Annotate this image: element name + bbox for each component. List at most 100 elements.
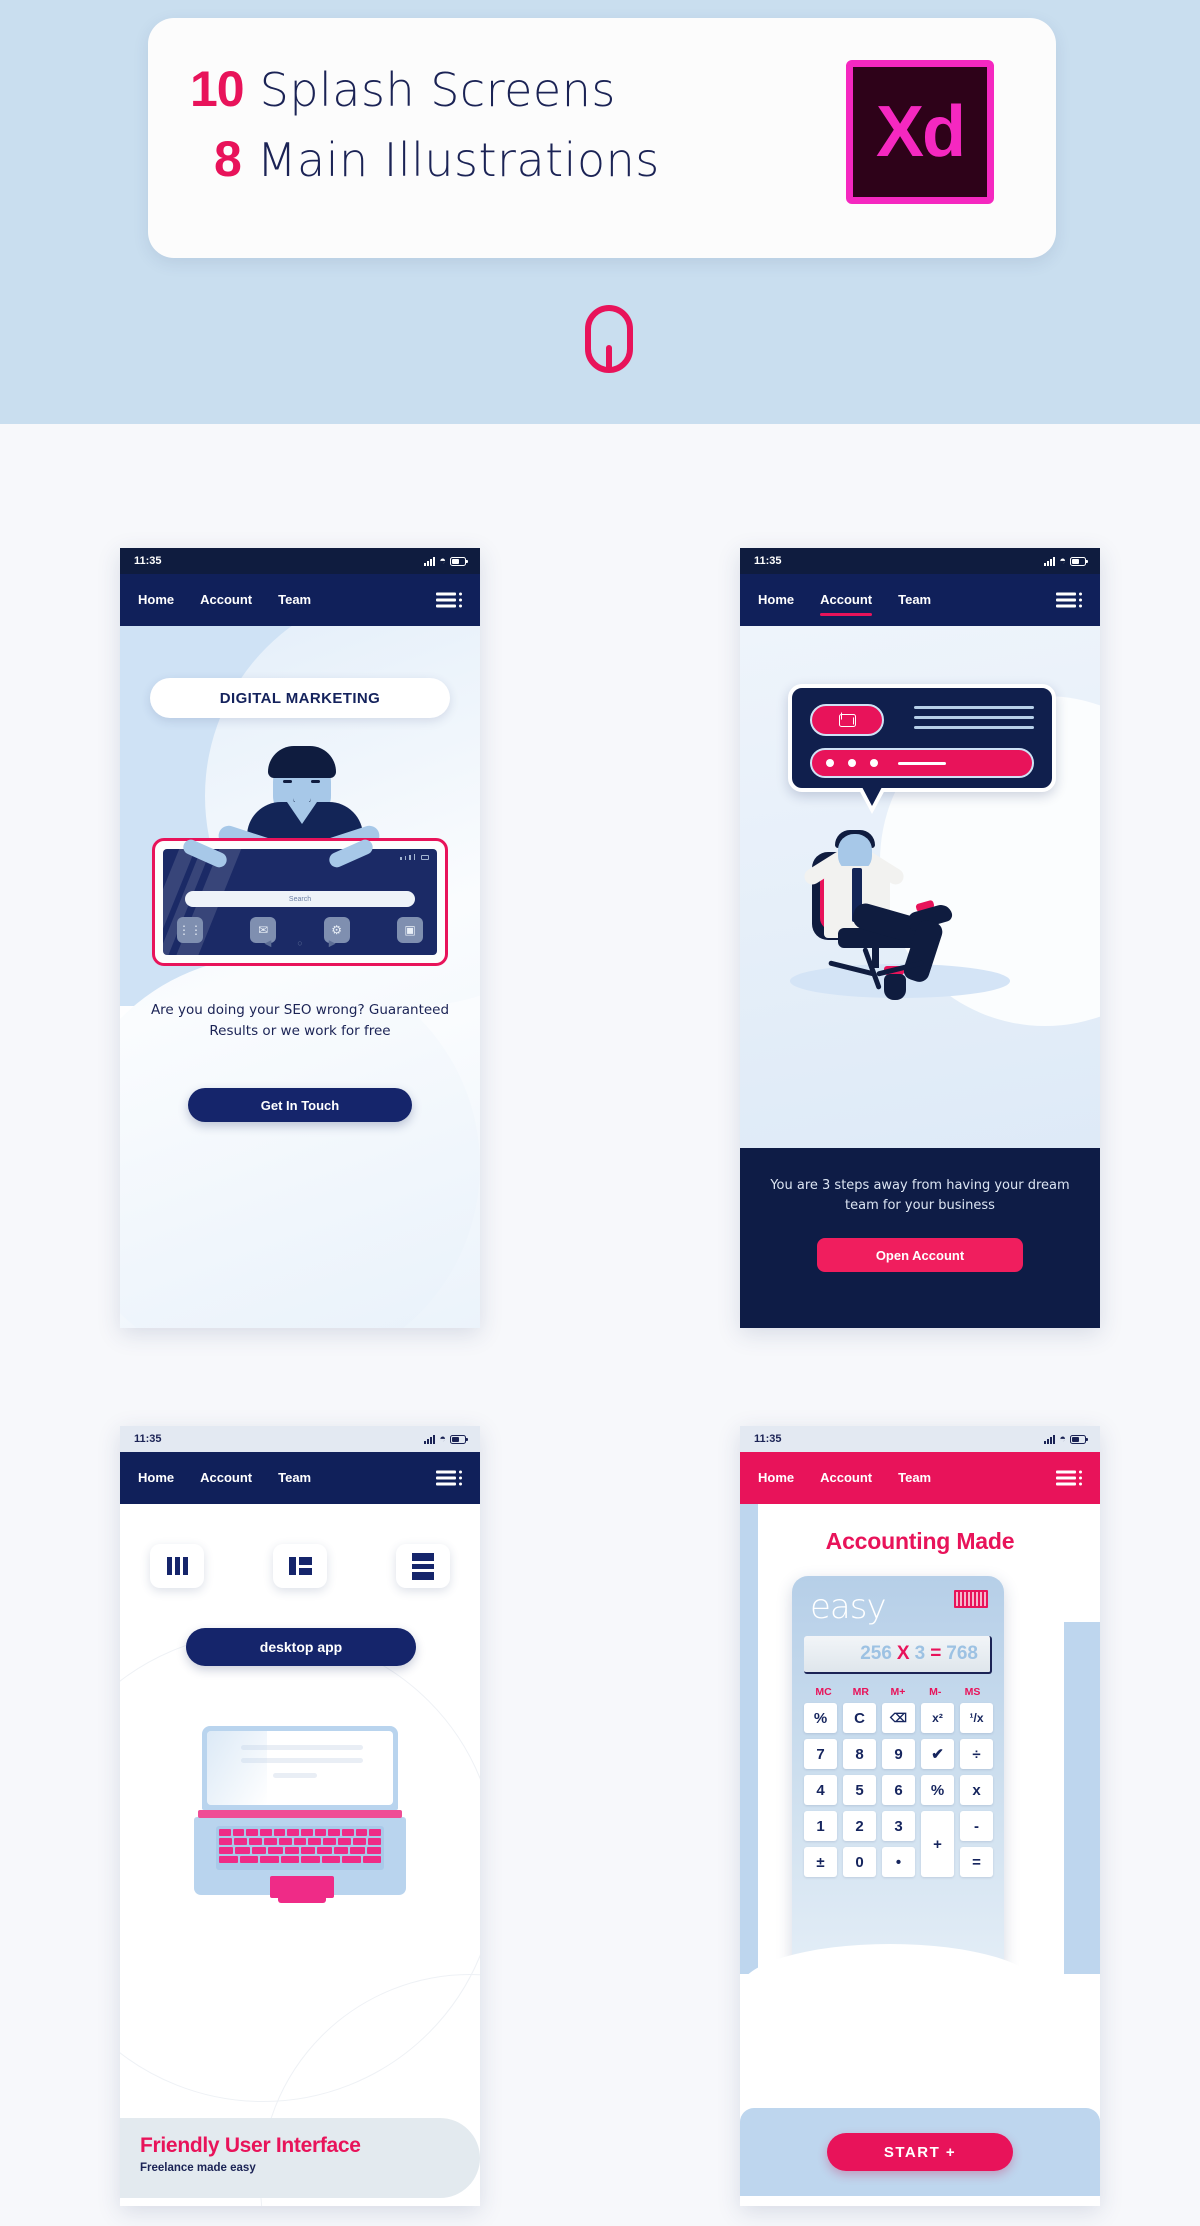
key-divide[interactable]: ÷ xyxy=(960,1739,993,1769)
rows-layout-icon[interactable] xyxy=(396,1544,450,1588)
person-eye-left xyxy=(283,780,292,783)
nav-item-team[interactable]: Team xyxy=(278,1470,311,1487)
key-0[interactable]: 0 xyxy=(843,1847,876,1877)
back-icon[interactable]: ◀ xyxy=(264,938,271,949)
footer-title: Friendly User Interface xyxy=(140,2134,361,2157)
home-icon[interactable]: ○ xyxy=(297,938,302,949)
bubble-text-lines xyxy=(914,706,1034,736)
key-8[interactable]: 8 xyxy=(843,1739,876,1769)
key-4[interactable]: 4 xyxy=(804,1775,837,1805)
password-dot xyxy=(848,759,856,767)
get-in-touch-button[interactable]: Get In Touch xyxy=(188,1088,412,1122)
mem-key-mplus[interactable]: M+ xyxy=(882,1686,915,1698)
phone-1-content: DIGITAL MARKETING Search ⋮⋮ ✉ ⚙ ▣ ◀ ○ ▶ … xyxy=(120,626,480,1328)
nav-item-home[interactable]: Home xyxy=(758,1470,794,1487)
phone-4-content: Accounting Made easy 256 X 3 = 768 MC MR… xyxy=(740,1504,1100,2206)
key-5[interactable]: 5 xyxy=(843,1775,876,1805)
nav-item-account[interactable]: Account xyxy=(820,1470,872,1487)
key-6[interactable]: 6 xyxy=(882,1775,915,1805)
hamburger-menu-icon[interactable] xyxy=(436,1470,462,1486)
status-time: 11:35 xyxy=(754,1433,782,1445)
calculator-illustration: easy 256 X 3 = 768 MC MR M+ M- MS % C ⌫ … xyxy=(792,1576,1004,1976)
illustration-count: 8 xyxy=(214,131,242,187)
hamburger-dots xyxy=(1079,1470,1082,1486)
key-plus[interactable]: + xyxy=(921,1811,954,1877)
top-banner: 10 Splash Screens 8 Main Illustrations X… xyxy=(0,0,1200,424)
wifi-icon: ◓ xyxy=(439,1432,446,1445)
key-2[interactable]: 2 xyxy=(843,1811,876,1841)
recent-icon[interactable]: ▶ xyxy=(329,938,336,949)
nav-item-account[interactable]: Account xyxy=(820,592,873,616)
key-percent-2[interactable]: % xyxy=(921,1775,954,1805)
screen-glare xyxy=(207,1731,267,1805)
status-icons: ◓ xyxy=(424,1432,468,1445)
key-clear[interactable]: C xyxy=(843,1703,876,1733)
key-9[interactable]: 9 xyxy=(882,1739,915,1769)
mem-key-mminus[interactable]: M- xyxy=(919,1686,952,1698)
adobe-xd-logo-icon: Xd xyxy=(846,60,994,204)
key-backspace[interactable]: ⌫ xyxy=(882,1703,915,1733)
hamburger-menu-icon[interactable] xyxy=(1056,592,1082,608)
nav-item-home[interactable]: Home xyxy=(138,1470,174,1487)
key-minus[interactable]: - xyxy=(960,1811,993,1841)
hamburger-menu-icon[interactable] xyxy=(436,592,462,608)
bg-side-bar-left xyxy=(740,1504,758,1974)
nav-items: Home Account Team xyxy=(758,1470,931,1487)
tablet-search-bar[interactable]: Search xyxy=(185,891,415,907)
phone-mockup-4: 11:35 ◓ Home Account Team Accounting Mad… xyxy=(740,1426,1100,2206)
bg-side-bar-right xyxy=(1064,1622,1100,1974)
laptop-trackpad xyxy=(270,1876,334,1898)
nav-item-home[interactable]: Home xyxy=(138,592,174,609)
password-dot xyxy=(870,759,878,767)
nav-item-team[interactable]: Team xyxy=(898,1470,931,1487)
key-sqrt[interactable]: ✔ xyxy=(921,1739,954,1769)
speech-bubble-tail xyxy=(858,787,886,814)
person-shoe xyxy=(884,974,906,1000)
nav-item-team[interactable]: Team xyxy=(898,592,931,609)
splash-label: Splash Screens xyxy=(259,63,616,117)
open-account-button[interactable]: Open Account xyxy=(817,1238,1023,1273)
laptop-lid xyxy=(202,1726,398,1810)
envelope-icon xyxy=(810,704,884,736)
status-bar: 11:35 ◓ xyxy=(120,1426,480,1452)
phone-2-footer: You are 3 steps away from having your dr… xyxy=(740,1148,1100,1328)
desktop-app-button[interactable]: desktop app xyxy=(186,1628,416,1666)
key-square[interactable]: x² xyxy=(921,1703,954,1733)
hamburger-menu-icon[interactable] xyxy=(1056,1470,1082,1486)
key-3[interactable]: 3 xyxy=(882,1811,915,1841)
mem-key-mc[interactable]: MC xyxy=(807,1686,840,1698)
phone-2-body-text: You are 3 steps away from having your dr… xyxy=(770,1178,1070,1214)
laptop-screen xyxy=(207,1731,393,1805)
display-result: 768 xyxy=(946,1643,978,1664)
laptop-keyboard xyxy=(216,1826,384,1870)
key-7[interactable]: 7 xyxy=(804,1739,837,1769)
phone-3-footer: Friendly User Interface Freelance made e… xyxy=(120,2118,480,2198)
key-reciprocal[interactable]: ¹/x xyxy=(960,1703,993,1733)
tablet-nav-buttons: ◀ ○ ▶ xyxy=(163,938,437,949)
password-field-graphic xyxy=(810,748,1034,778)
mem-key-ms[interactable]: MS xyxy=(956,1686,989,1698)
calculator-solar-strip xyxy=(953,1590,988,1608)
nav-item-home[interactable]: Home xyxy=(758,592,794,609)
nav-items: Home Account Team xyxy=(138,1470,311,1487)
nav-bar: Home Account Team xyxy=(740,574,1100,639)
mixed-layout-icon[interactable] xyxy=(273,1544,327,1588)
key-1[interactable]: 1 xyxy=(804,1811,837,1841)
wifi-icon: ◓ xyxy=(1059,554,1066,567)
key-percent[interactable]: % xyxy=(804,1703,837,1733)
start-button[interactable]: START + xyxy=(827,2133,1013,2171)
signal-icon xyxy=(1044,1434,1056,1444)
key-decimal[interactable]: • xyxy=(882,1847,915,1877)
key-plusminus[interactable]: ± xyxy=(804,1847,837,1877)
status-icons: ◓ xyxy=(1044,554,1088,567)
bg-gradient xyxy=(120,626,480,1328)
key-multiply[interactable]: x xyxy=(960,1775,993,1805)
nav-item-account[interactable]: Account xyxy=(200,592,252,609)
key-equals[interactable]: = xyxy=(960,1847,993,1877)
columns-layout-icon[interactable] xyxy=(150,1544,204,1588)
nav-item-team[interactable]: Team xyxy=(278,592,311,609)
nav-item-account[interactable]: Account xyxy=(200,1470,252,1487)
display-operator: X xyxy=(896,1643,910,1664)
mem-key-mr[interactable]: MR xyxy=(844,1686,877,1698)
hamburger-bars xyxy=(436,1470,456,1486)
